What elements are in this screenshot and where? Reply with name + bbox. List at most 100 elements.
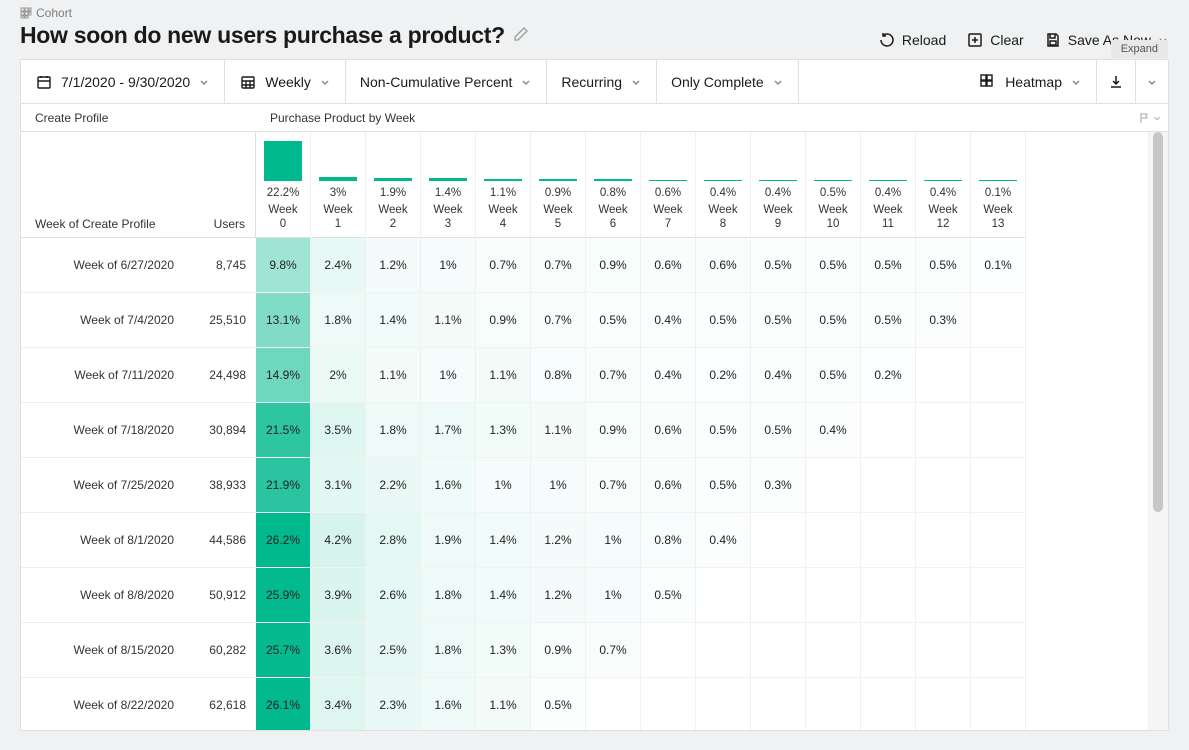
data-cell[interactable] [971, 403, 1025, 458]
data-cell[interactable]: 4.2% [311, 513, 365, 568]
data-cell[interactable]: 0.4% [641, 293, 695, 348]
data-cell[interactable] [861, 513, 915, 568]
data-cell[interactable] [641, 623, 695, 678]
data-cell[interactable] [971, 678, 1025, 730]
data-cell[interactable] [751, 568, 805, 623]
data-cell[interactable]: 3.4% [311, 678, 365, 730]
data-cell[interactable]: 26.1% [256, 678, 310, 730]
data-cell[interactable]: 0.4% [806, 403, 860, 458]
data-cell[interactable]: 2.8% [366, 513, 420, 568]
data-cell[interactable]: 0.5% [641, 568, 695, 623]
data-cell[interactable]: 1.2% [531, 568, 585, 623]
data-cell[interactable]: 0.5% [861, 293, 915, 348]
data-cell[interactable] [806, 623, 860, 678]
data-cell[interactable]: 9.8% [256, 238, 310, 293]
data-cell[interactable]: 0.5% [916, 238, 970, 293]
data-cell[interactable] [916, 403, 970, 458]
data-cell[interactable]: 1.2% [531, 513, 585, 568]
data-cell[interactable] [916, 513, 970, 568]
data-cell[interactable]: 0.5% [806, 238, 860, 293]
data-cell[interactable]: 1.6% [421, 458, 475, 513]
data-cell[interactable] [916, 623, 970, 678]
table-row[interactable]: Week of 8/22/202062,618 [21, 678, 256, 730]
data-cell[interactable]: 2.6% [366, 568, 420, 623]
data-cell[interactable]: 1.2% [366, 238, 420, 293]
data-cell[interactable]: 0.2% [696, 348, 750, 403]
metric-select[interactable]: Non-Cumulative Percent [346, 60, 548, 103]
data-cell[interactable]: 1.1% [476, 348, 530, 403]
data-cell[interactable]: 0.6% [696, 238, 750, 293]
data-cell[interactable]: 0.5% [531, 678, 585, 730]
data-cell[interactable]: 0.9% [586, 238, 640, 293]
data-cell[interactable]: 1% [421, 348, 475, 403]
edit-title-icon[interactable] [513, 26, 529, 45]
data-cell[interactable]: 0.7% [531, 238, 585, 293]
table-row[interactable]: Week of 8/1/202044,586 [21, 513, 256, 568]
data-cell[interactable] [696, 568, 750, 623]
data-cell[interactable]: 14.9% [256, 348, 310, 403]
data-cell[interactable] [751, 678, 805, 730]
data-cell[interactable]: 0.7% [586, 348, 640, 403]
data-cell[interactable]: 0.5% [751, 293, 805, 348]
data-cell[interactable] [971, 568, 1025, 623]
data-cell[interactable]: 0.5% [751, 403, 805, 458]
scrollbar-thumb[interactable] [1153, 132, 1163, 512]
data-cell[interactable]: 21.5% [256, 403, 310, 458]
data-cell[interactable]: 1.3% [476, 403, 530, 458]
table-row[interactable]: Week of 7/25/202038,933 [21, 458, 256, 513]
data-cell[interactable] [751, 513, 805, 568]
data-cell[interactable]: 0.3% [751, 458, 805, 513]
data-cell[interactable]: 0.7% [586, 623, 640, 678]
data-cell[interactable] [806, 678, 860, 730]
data-cell[interactable]: 1% [531, 458, 585, 513]
data-cell[interactable]: 25.7% [256, 623, 310, 678]
data-cell[interactable]: 0.9% [531, 623, 585, 678]
data-cell[interactable]: 1% [586, 568, 640, 623]
data-cell[interactable] [971, 458, 1025, 513]
table-row[interactable]: Week of 6/27/20208,745 [21, 238, 256, 293]
viz-select[interactable]: Heatmap [965, 60, 1097, 103]
data-cell[interactable]: 0.9% [476, 293, 530, 348]
data-cell[interactable]: 2% [311, 348, 365, 403]
data-cell[interactable]: 1.8% [366, 403, 420, 458]
data-cell[interactable] [861, 568, 915, 623]
data-cell[interactable]: 1.8% [421, 568, 475, 623]
table-row[interactable]: Week of 8/15/202060,282 [21, 623, 256, 678]
data-cell[interactable] [916, 348, 970, 403]
data-cell[interactable] [861, 458, 915, 513]
data-cell[interactable]: 1.1% [531, 403, 585, 458]
data-cell[interactable]: 1.4% [366, 293, 420, 348]
mode-select[interactable]: Recurring [547, 60, 657, 103]
data-cell[interactable] [971, 513, 1025, 568]
expand-button[interactable]: Expand [1111, 40, 1168, 58]
data-cell[interactable]: 2.4% [311, 238, 365, 293]
data-cell[interactable]: 1% [421, 238, 475, 293]
data-cell[interactable]: 0.4% [751, 348, 805, 403]
data-cell[interactable]: 1.1% [476, 678, 530, 730]
data-cell[interactable]: 0.6% [641, 458, 695, 513]
data-cell[interactable]: 0.6% [641, 238, 695, 293]
data-cell[interactable]: 0.9% [586, 403, 640, 458]
data-cell[interactable]: 26.2% [256, 513, 310, 568]
data-cell[interactable] [806, 568, 860, 623]
table-row[interactable]: Week of 7/11/202024,498 [21, 348, 256, 403]
reload-button[interactable]: Reload [878, 31, 946, 49]
breadcrumb[interactable]: Cohort [20, 6, 529, 20]
data-cell[interactable]: 0.5% [696, 458, 750, 513]
clear-button[interactable]: Clear [966, 31, 1023, 49]
data-cell[interactable]: 0.6% [641, 403, 695, 458]
data-cell[interactable] [806, 513, 860, 568]
data-cell[interactable]: 0.8% [531, 348, 585, 403]
data-cell[interactable]: 0.3% [916, 293, 970, 348]
data-cell[interactable] [916, 568, 970, 623]
data-cell[interactable]: 0.7% [531, 293, 585, 348]
data-cell[interactable]: 0.4% [641, 348, 695, 403]
table-row[interactable]: Week of 7/18/202030,894 [21, 403, 256, 458]
download-button[interactable] [1097, 60, 1136, 103]
data-cell[interactable]: 2.5% [366, 623, 420, 678]
data-cell[interactable]: 1.7% [421, 403, 475, 458]
data-cell[interactable]: 1.8% [311, 293, 365, 348]
data-cell[interactable]: 13.1% [256, 293, 310, 348]
vertical-scrollbar[interactable] [1148, 132, 1168, 730]
data-cell[interactable]: 1.3% [476, 623, 530, 678]
